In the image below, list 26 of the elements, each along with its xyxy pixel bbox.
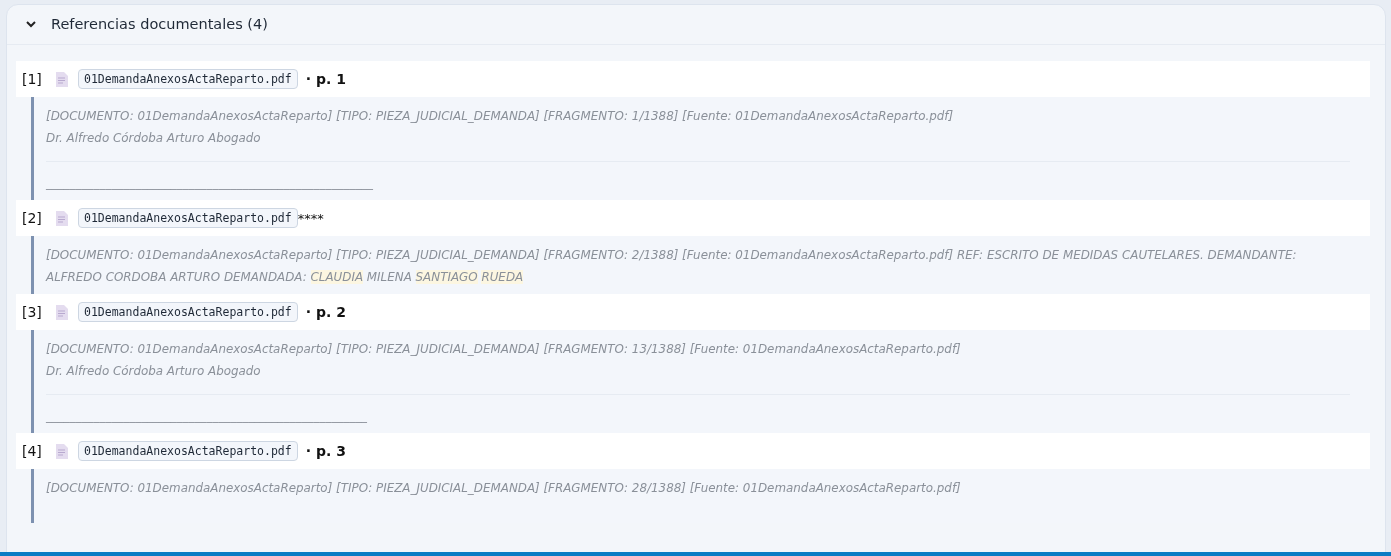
quote-text: [DOCUMENTO: 01DemandaAnexosActaReparto] [TIPO: PIEZA_JUDICIAL_DEMANDA] [FRAGMENTO: 2/1388] [Fuente: 01DemandaAnexosActaReparto.pdf] REF: ESCRITO DE MEDIDAS CAUTELARES. DEMANDANTE: ALFREDO CORDOBA ARTURO DEMANDADA: CLAUDIA MILENA SANTIAGO RUEDA — [46, 247, 1298, 286]
quote-text: Dr. Alfredo Córdoba Arturo Abogado — [46, 130, 262, 147]
quote-text: [DOCUMENTO: 01DemandaAnexosActaReparto] [TIPO: PIEZA_JUDICIAL_DEMANDA] [FRAGMENTO: 28/1388] [Fuente: 01DemandaAnexosActaReparto.pdf] — [46, 480, 962, 497]
panel-title[interactable]: Referencias documentales (4) — [51, 16, 268, 32]
quote-text: ______________________________________________________ — [46, 408, 369, 425]
page-number: · p. 3 — [305, 443, 346, 459]
document-icon — [56, 71, 68, 87]
quote-text: [DOCUMENTO: 01DemandaAnexosActaReparto] [TIPO: PIEZA_JUDICIAL_DEMANDA] [FRAGMENTO: 13/1388] [Fuente: 01DemandaAnexosActaReparto.pdf] — [46, 341, 962, 358]
file-name[interactable]: 01DemandaAnexosActaReparto.pdf — [78, 208, 298, 228]
page-number: · p. 1 — [305, 71, 346, 87]
reference-index: [3] — [22, 304, 43, 320]
asterisks: **** — [297, 210, 324, 226]
quote-text: _______________________________________________________ — [46, 175, 374, 192]
page-number: · p. 2 — [305, 304, 346, 320]
quote-text: [DOCUMENTO: 01DemandaAnexosActaReparto] [TIPO: PIEZA_JUDICIAL_DEMANDA] [FRAGMENTO: 1/1388] [Fuente: 01DemandaAnexosActaReparto.pdf] — [46, 108, 955, 125]
reference-index: [2] — [22, 210, 43, 226]
document-icon — [56, 443, 68, 459]
document-icon — [56, 304, 68, 320]
reference-index: [1] — [22, 71, 43, 87]
document-icon — [56, 210, 68, 226]
chevron-icon[interactable] — [25, 18, 37, 30]
quote-text: Dr. Alfredo Córdoba Arturo Abogado — [46, 363, 262, 380]
reference-index: [4] — [22, 443, 43, 459]
file-name[interactable]: 01DemandaAnexosActaReparto.pdf — [78, 302, 298, 322]
file-name[interactable]: 01DemandaAnexosActaReparto.pdf — [78, 441, 298, 461]
file-name[interactable]: 01DemandaAnexosActaReparto.pdf — [78, 69, 298, 89]
